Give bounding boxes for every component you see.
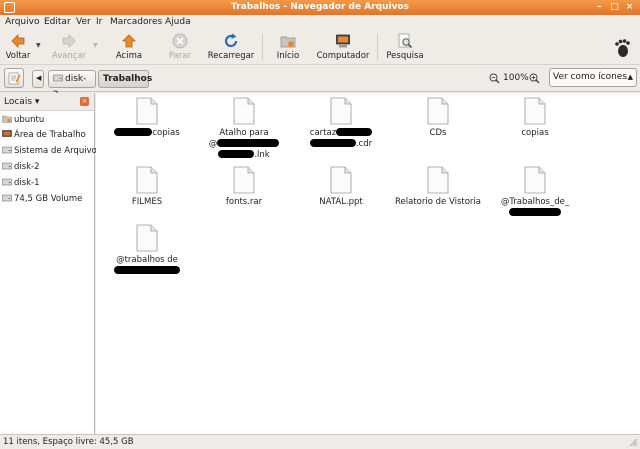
forward-button[interactable]: Avançar <box>50 33 88 63</box>
file-item[interactable]: @trabalhos de <box>102 224 192 277</box>
forward-history-dropdown[interactable]: ▼ <box>93 42 98 49</box>
zoom-out-icon[interactable] <box>489 73 500 84</box>
document-icon <box>427 97 449 125</box>
resize-grip-icon[interactable] <box>628 437 638 447</box>
file-item[interactable]: FILMES <box>102 166 192 208</box>
document-icon <box>136 97 158 125</box>
reload-button[interactable]: Recarregar <box>207 33 255 63</box>
reload-icon <box>224 33 238 48</box>
sidebar-item-ubuntu[interactable]: ubuntu <box>2 115 44 129</box>
drive-icon <box>2 146 12 154</box>
status-bar: 11 itens, Espaço livre: 45,5 GB <box>0 434 640 449</box>
menu-ajuda[interactable]: Ajuda <box>165 17 191 27</box>
desktop-icon <box>2 130 12 137</box>
document-icon <box>136 224 158 252</box>
redacted-text <box>217 139 280 147</box>
stop-button[interactable]: Parar <box>164 33 196 63</box>
crumbs-scroll-left-button[interactable]: ◀ <box>32 70 44 88</box>
sidebar-header: Locais ▾ × <box>0 93 94 111</box>
drive-icon <box>2 194 12 202</box>
redacted-text <box>114 266 180 274</box>
document-icon <box>233 166 255 194</box>
maximize-button[interactable]: □ <box>609 2 620 13</box>
file-item[interactable]: Atalho para @ .lnk <box>199 97 289 161</box>
computer-button[interactable]: Computador <box>316 33 370 63</box>
file-item[interactable]: NATAL.ppt <box>296 166 386 208</box>
sidebar-item-volume[interactable]: 74,5 GB Volume <box>2 194 82 208</box>
redacted-text <box>218 150 255 158</box>
sidebar-close-icon[interactable]: × <box>80 97 89 106</box>
file-item[interactable]: Relatorio de Vistoria <box>393 166 483 208</box>
redacted-text <box>509 208 561 216</box>
file-item[interactable]: CDs <box>393 97 483 139</box>
file-item[interactable]: copias <box>490 97 580 139</box>
gnome-foot-icon <box>615 39 630 57</box>
sidebar-item-disk-1[interactable]: disk-1 <box>2 178 40 192</box>
document-icon <box>136 166 158 194</box>
file-item[interactable]: @Trabalhos_de_ <box>490 166 580 219</box>
redacted-text <box>114 128 153 136</box>
back-button[interactable]: Voltar <box>4 33 32 63</box>
menu-ver[interactable]: Ver <box>76 17 91 27</box>
file-item[interactable]: copias <box>102 97 192 139</box>
sidebar-item-filesystem[interactable]: Sistema de Arquivo <box>2 146 97 160</box>
file-icon-view[interactable]: copias Atalho para @ .lnk cartaz .cdr CD… <box>96 93 640 434</box>
menu-ir[interactable]: Ir <box>96 17 102 27</box>
up-button[interactable]: Acima <box>113 33 145 63</box>
title-bar: Trabalhos - Navegador de Arquivos – □ × <box>0 0 640 15</box>
close-button[interactable]: × <box>624 2 635 13</box>
document-icon <box>233 97 255 125</box>
minimize-button[interactable]: – <box>594 2 605 13</box>
crumb-trabalhos[interactable]: Trabalhos <box>98 70 152 88</box>
computer-icon <box>336 34 350 48</box>
menu-editar[interactable]: Editar <box>44 17 71 27</box>
search-icon <box>398 33 413 49</box>
location-bar: ◀ disk-2 Trabalhos 100% <box>0 65 640 100</box>
arrow-right-icon <box>62 34 76 48</box>
drive-icon <box>2 162 12 170</box>
drive-icon <box>53 74 63 82</box>
crumb-disk-2[interactable]: disk-2 <box>48 70 96 100</box>
document-icon <box>524 97 546 125</box>
document-icon <box>330 97 352 125</box>
status-text: 11 itens, Espaço livre: 45,5 GB <box>3 437 134 447</box>
menu-bar: Arquivo Editar Ver Ir Marcadores Ajuda <box>0 15 640 30</box>
zoom-level[interactable]: 100% <box>503 73 529 83</box>
file-item[interactable]: fonts.rar <box>199 166 289 208</box>
document-icon <box>524 166 546 194</box>
chevron-left-icon: ◀ <box>36 74 42 82</box>
home-folder-icon <box>280 36 296 48</box>
redacted-text <box>309 139 356 147</box>
arrow-up-icon <box>122 34 136 48</box>
file-item[interactable]: cartaz .cdr <box>296 97 386 150</box>
redacted-text <box>336 128 373 136</box>
view-as-select[interactable]: Ver como ícones ▲ <box>549 68 637 87</box>
back-history-dropdown[interactable]: ▼ <box>36 42 41 49</box>
menu-marcadores[interactable]: Marcadores <box>110 17 162 27</box>
sidebar-item-disk-2[interactable]: disk-2 <box>2 162 40 176</box>
sidebar: Locais ▾ × ubuntu Área de Trabalho Siste… <box>0 93 97 434</box>
document-icon <box>330 166 352 194</box>
edit-location-button[interactable] <box>4 68 24 88</box>
search-button[interactable]: Pesquisa <box>385 33 425 63</box>
window-title: Trabalhos - Navegador de Arquivos <box>231 2 409 12</box>
arrow-left-icon <box>11 34 25 48</box>
updown-arrows-icon: ▲ <box>627 73 633 81</box>
home-button[interactable]: Início <box>273 33 303 63</box>
home-folder-icon <box>2 115 12 123</box>
stop-icon <box>172 33 188 49</box>
text-edit-icon <box>8 72 21 85</box>
drive-icon <box>2 178 12 186</box>
zoom-in-icon[interactable] <box>529 73 540 84</box>
menu-arquivo[interactable]: Arquivo <box>5 17 39 27</box>
sidebar-item-desktop[interactable]: Área de Trabalho <box>2 130 86 144</box>
caret-down-icon: ▾ <box>34 97 40 107</box>
toolbar-separator <box>377 34 378 60</box>
document-icon <box>427 166 449 194</box>
toolbar-separator <box>262 34 263 60</box>
sidebar-selector[interactable]: Locais ▾ <box>4 97 39 107</box>
toolbar: Voltar ▼ Avançar ▼ Acima Parar Recarrega… <box>0 30 640 65</box>
